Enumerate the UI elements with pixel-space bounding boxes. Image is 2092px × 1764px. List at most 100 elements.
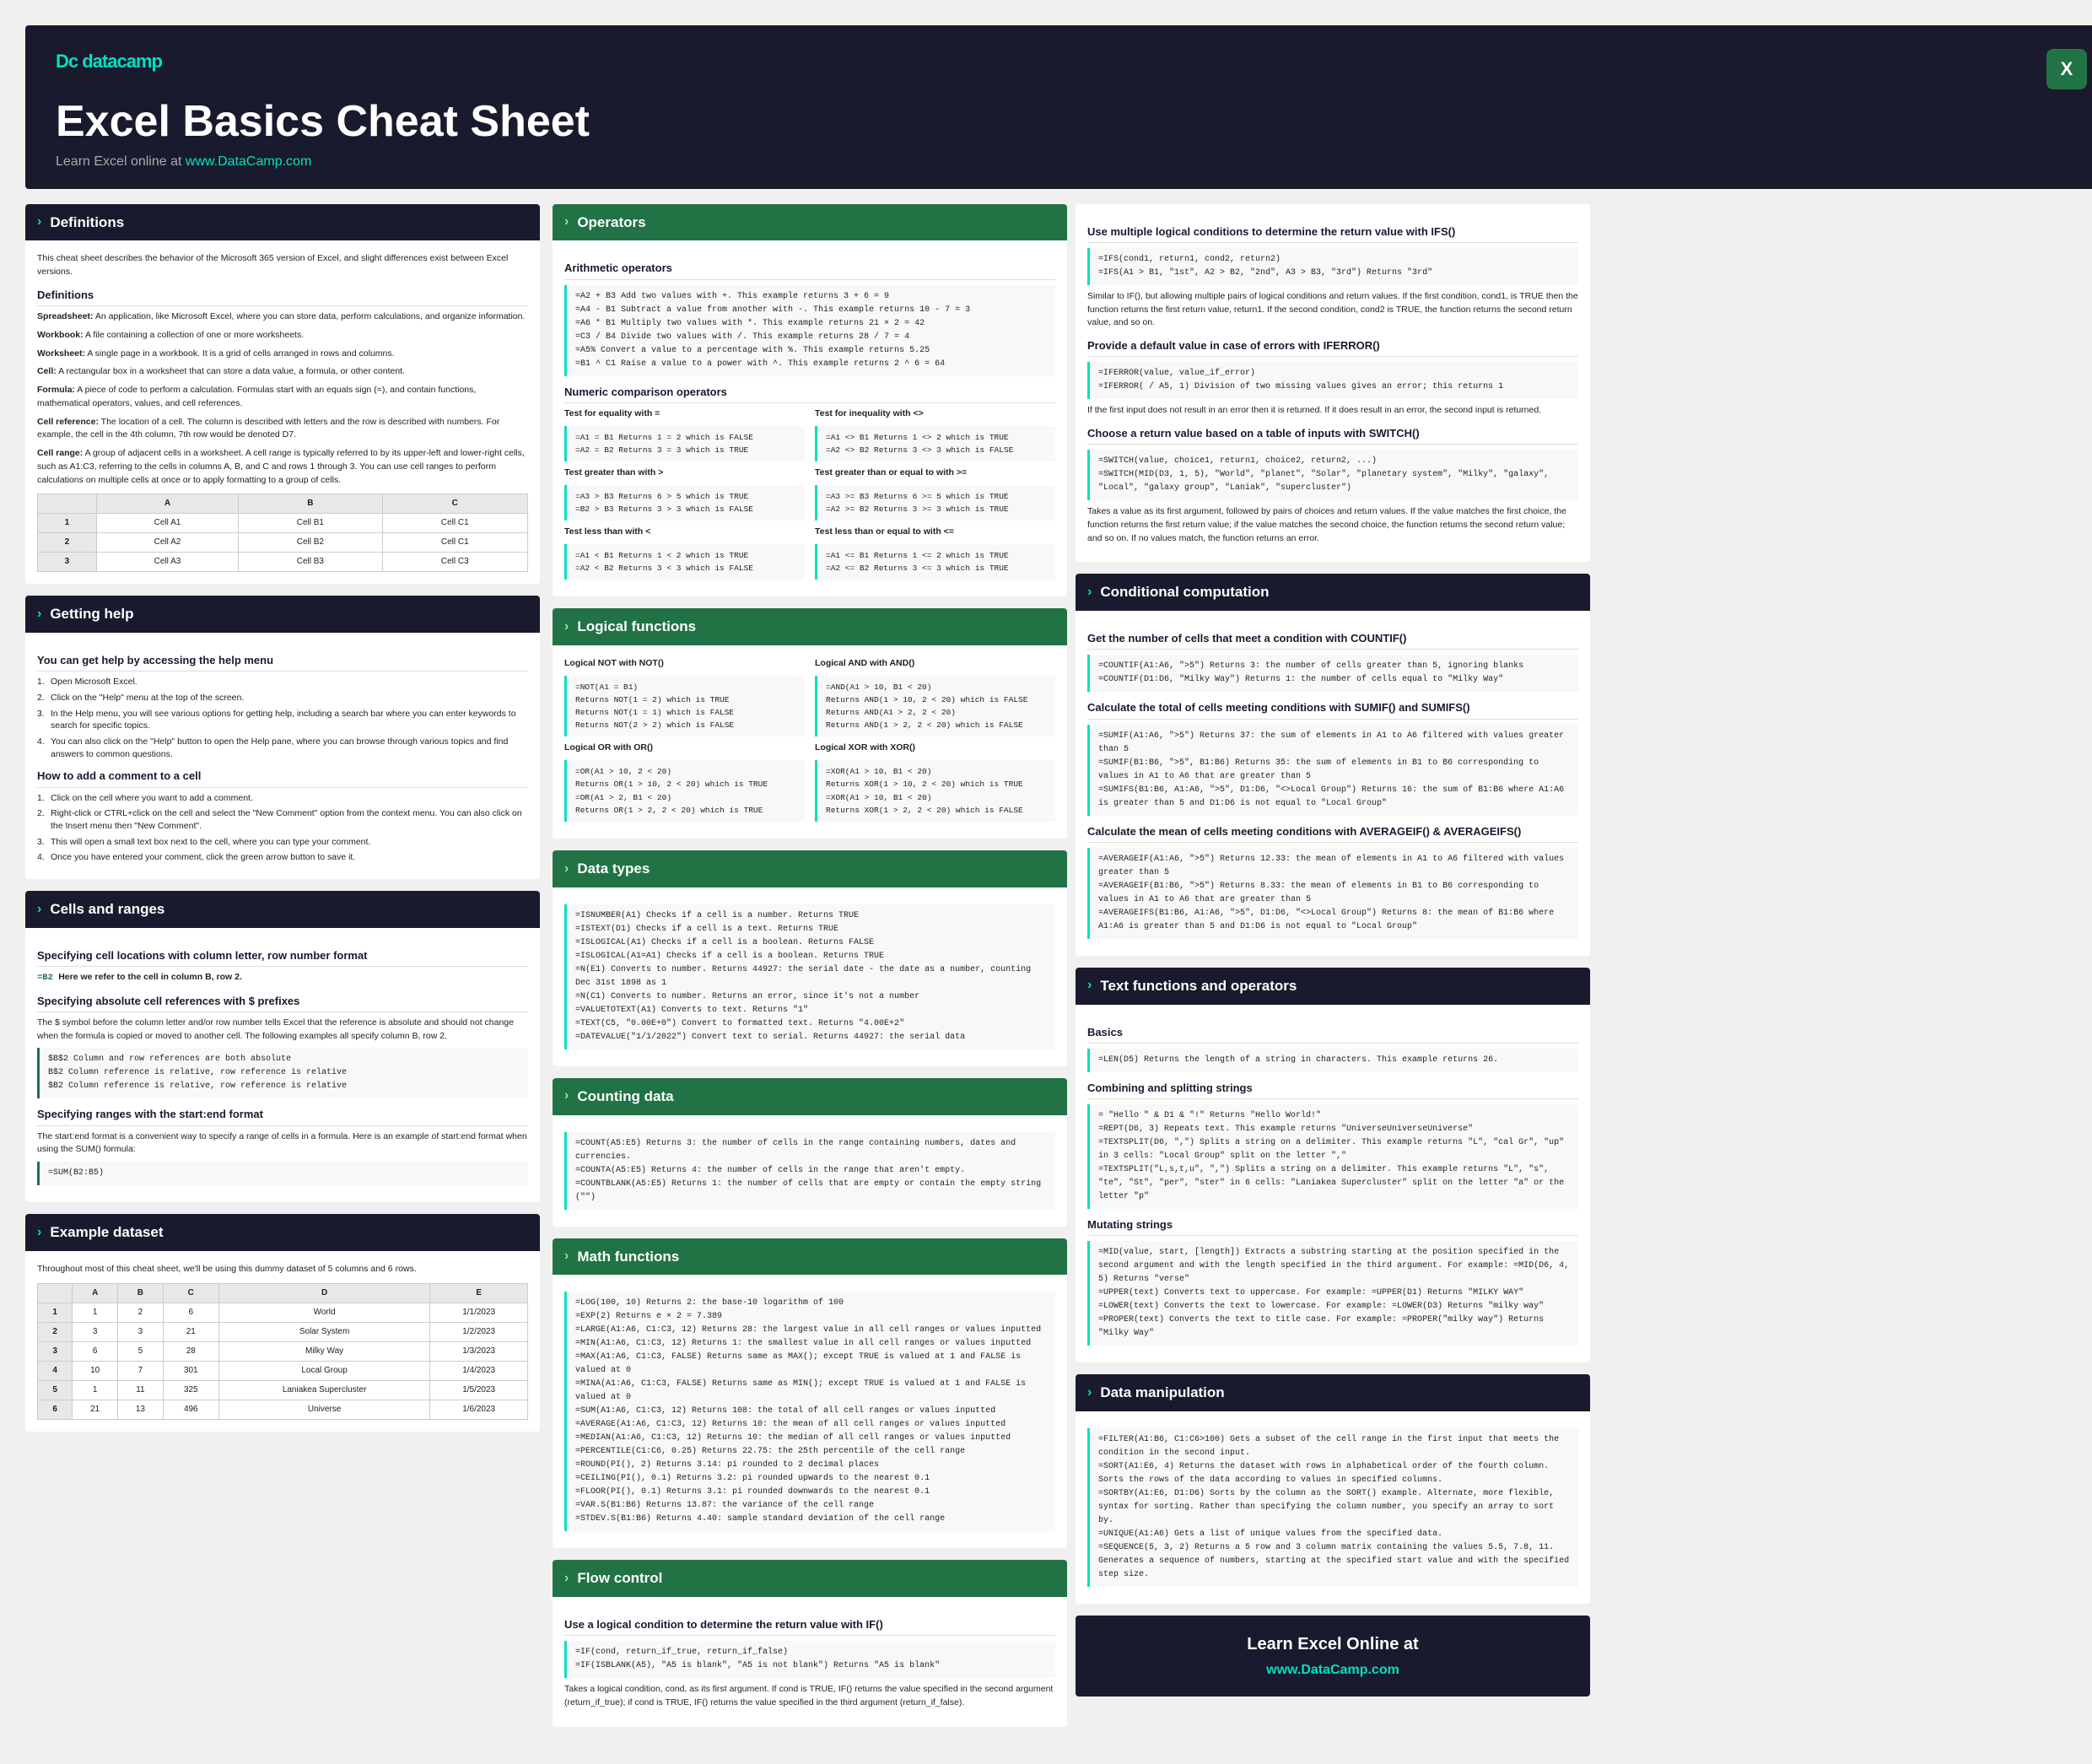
- footer-title: Learn Excel Online at: [1092, 1632, 1573, 1656]
- definitions-title: Definitions: [50, 213, 124, 233]
- page-title: Excel Basics Cheat Sheet: [56, 98, 2087, 146]
- numeric-title: Numeric comparison operators: [564, 385, 1055, 403]
- neq-col: Test for inequality with <> =A1 <> B1 Re…: [815, 407, 1055, 585]
- conditional-header: › Conditional computation: [1076, 574, 1590, 611]
- logo-area: Dc datacamp: [56, 49, 162, 75]
- conditional-title: Conditional computation: [1100, 582, 1269, 602]
- example-dataset-header: › Example dataset: [25, 1214, 540, 1251]
- table-row: 1126World1/1/2023: [38, 1303, 528, 1322]
- and-formulas: =AND(A1 > 10, B1 < 20) Returns AND(1 > 1…: [815, 676, 1055, 737]
- definitions-header: › Definitions: [25, 204, 540, 241]
- cells-ranges-arrow: ›: [37, 900, 41, 919]
- table-row: 23321Solar System1/2/2023: [38, 1322, 528, 1341]
- example-dataset-title: Example dataset: [50, 1222, 163, 1243]
- switch-formula: =SWITCH(value, choice1, return1, choice2…: [1087, 450, 1578, 500]
- example-dataset-arrow: ›: [37, 1223, 41, 1242]
- counting-arrow: ›: [564, 1087, 569, 1105]
- math-section: › Math functions =LOG(100, 10) Returns 2…: [553, 1238, 1067, 1549]
- example-dataset-body: Throughout most of this cheat sheet, we'…: [25, 1251, 540, 1432]
- text-funcs-body: Basics =LEN(D5) Returns the length of a …: [1076, 1005, 1590, 1363]
- eq-formulas: =A1 = B1 Returns 1 = 2 which is FALSE =A…: [564, 426, 805, 461]
- counting-section: › Counting data =COUNT(A5:E5) Returns 3:…: [553, 1078, 1067, 1227]
- def-cell: Cell: A rectangular box in a worksheet t…: [37, 365, 528, 379]
- arith-title: Arithmetic operators: [564, 261, 1055, 279]
- logical-section: › Logical functions Logical NOT with NOT…: [553, 608, 1067, 839]
- or-formulas: =OR(A1 > 10, 2 < 20) Returns OR(1 > 10, …: [564, 760, 805, 822]
- text-funcs-arrow: ›: [1087, 976, 1092, 995]
- or-title: Logical OR with OR(): [564, 742, 805, 755]
- counting-formulas: =COUNT(A5:E5) Returns 3: the number of c…: [564, 1132, 1055, 1210]
- comment-step: Right-click or CTRL+click on the cell an…: [37, 807, 528, 832]
- arith-formulas: =A2 + B3 Add two values with +. This exa…: [564, 285, 1055, 376]
- comment-sub: How to add a comment to a cell: [37, 769, 528, 787]
- data-types-body: =ISNUMBER(A1) Checks if a cell is a numb…: [553, 887, 1067, 1066]
- header-url[interactable]: www.DataCamp.com: [186, 154, 311, 169]
- avgif-title: Calculate the mean of cells meeting cond…: [1087, 824, 1578, 843]
- math-arrow: ›: [564, 1247, 569, 1265]
- column-2: › Operators Arithmetic operators =A2 + B…: [548, 204, 1071, 1739]
- table-row: 2 Cell A2 Cell B2 Cell C1: [38, 533, 528, 553]
- data-manip-header: › Data manipulation: [1076, 1374, 1590, 1411]
- data-types-formulas: =ISNUMBER(A1) Checks if a cell is a numb…: [564, 904, 1055, 1049]
- table-row: 5111325Laniakea Supercluster1/5/2023: [38, 1380, 528, 1400]
- gte-title: Test greater than or equal to with >=: [815, 467, 1055, 480]
- and-xor-col: Logical AND with AND() =AND(A1 > 10, B1 …: [815, 657, 1055, 827]
- flow-header: › Flow control: [553, 1560, 1067, 1597]
- page-container: Dc datacamp X Excel Basics Cheat Sheet L…: [0, 0, 2092, 1764]
- mutate-formulas: =MID(value, start, [length]) Extracts a …: [1087, 1241, 1578, 1346]
- conditional-arrow: ›: [1087, 583, 1092, 601]
- abs-sub: Specifying absolute cell references with…: [37, 994, 528, 1012]
- operators-header: › Operators: [553, 204, 1067, 241]
- if-title: Use a logical condition to determine the…: [564, 1617, 1055, 1636]
- mutate-sub: Mutating strings: [1087, 1217, 1578, 1236]
- help-step: In the Help menu, you will see various o…: [37, 708, 528, 732]
- combine-formulas: = "Hello " & D1 & "!" Returns "Hello Wor…: [1087, 1104, 1578, 1209]
- data-types-arrow: ›: [564, 860, 569, 878]
- math-header: › Math functions: [553, 1238, 1067, 1276]
- iferror-title: Provide a default value in case of error…: [1087, 338, 1578, 357]
- table-col-c: C: [382, 494, 527, 514]
- gt-title: Test greater than with >: [564, 467, 805, 480]
- def-workbook: Workbook: A file containing a collection…: [37, 329, 528, 343]
- gt-formulas: =A3 > B3 Returns 6 > 5 which is TRUE =B2…: [564, 485, 805, 521]
- data-manip-formulas: =FILTER(A1:B6, C1:C6>100) Gets a subset …: [1087, 1428, 1578, 1587]
- flow-body: Use a logical condition to determine the…: [553, 1597, 1067, 1727]
- header-subtitle: Learn Excel online at www.DataCamp.com: [56, 153, 2087, 171]
- sumif-title: Calculate the total of cells meeting con…: [1087, 700, 1578, 719]
- math-formulas: =LOG(100, 10) Returns 2: the base-10 log…: [564, 1292, 1055, 1531]
- def-cell-range: Cell range: A group of adjacent cells in…: [37, 447, 528, 487]
- help-step: Open Microsoft Excel.: [37, 676, 528, 688]
- comparison-grid: Test for equality with = =A1 = B1 Return…: [564, 407, 1055, 585]
- def-subsection-title: Definitions: [37, 288, 528, 306]
- text-funcs-section: › Text functions and operators Basics =L…: [1076, 968, 1590, 1362]
- flow-cont-section: Use multiple logical conditions to deter…: [1076, 204, 1590, 563]
- range-sub: Specifying ranges with the start:end for…: [37, 1107, 528, 1125]
- getting-help-body: You can get help by accessing the help m…: [25, 633, 540, 879]
- definitions-body: This cheat sheet describes the behavior …: [25, 240, 540, 584]
- help-step: Click on the "Help" menu at the top of t…: [37, 692, 528, 704]
- counting-body: =COUNT(A5:E5) Returns 3: the number of c…: [553, 1115, 1067, 1227]
- def-worksheet: Worksheet: A single page in a workbook. …: [37, 348, 528, 361]
- example-dataset-section: › Example dataset Throughout most of thi…: [25, 1214, 540, 1432]
- abs-examples: $B$2 Column and row references are both …: [37, 1048, 528, 1098]
- table-row: 1 Cell A1 Cell B1 Cell C1: [38, 514, 528, 533]
- flow-cont-body: Use multiple logical conditions to deter…: [1076, 204, 1590, 563]
- data-manip-body: =FILTER(A1:B6, C1:C6>100) Gets a subset …: [1076, 1411, 1590, 1604]
- def-spreadsheet: Spreadsheet: An application, like Micros…: [37, 310, 528, 324]
- sumif-formulas: =SUMIF(A1:A6, ">5") Returns 37: the sum …: [1087, 725, 1578, 816]
- logical-grid: Logical NOT with NOT() =NOT(A1 = B1) Ret…: [564, 657, 1055, 827]
- text-funcs-title: Text functions and operators: [1100, 976, 1297, 996]
- if-desc: Takes a logical condition, cond, as its …: [564, 1683, 1055, 1710]
- abs-desc: The $ symbol before the column letter an…: [37, 1017, 528, 1044]
- countif-formulas: =COUNTIF(A1:A6, ">5") Returns 3: the num…: [1087, 655, 1578, 692]
- conditional-section: › Conditional computation Get the number…: [1076, 574, 1590, 955]
- ifs-desc: Similar to IF(), but allowing multiple p…: [1087, 290, 1578, 330]
- neq-title: Test for inequality with <>: [815, 407, 1055, 421]
- lt-formulas: =A1 < B1 Returns 1 < 2 which is TRUE =A2…: [564, 544, 805, 580]
- data-types-header: › Data types: [553, 850, 1067, 887]
- table-row: 36528Milky Way1/3/2023: [38, 1341, 528, 1361]
- data-manip-title: Data manipulation: [1100, 1383, 1224, 1403]
- operators-section: › Operators Arithmetic operators =A2 + B…: [553, 204, 1067, 597]
- excel-badge: X: [2046, 49, 2087, 89]
- cells-ranges-header: › Cells and ranges: [25, 891, 540, 928]
